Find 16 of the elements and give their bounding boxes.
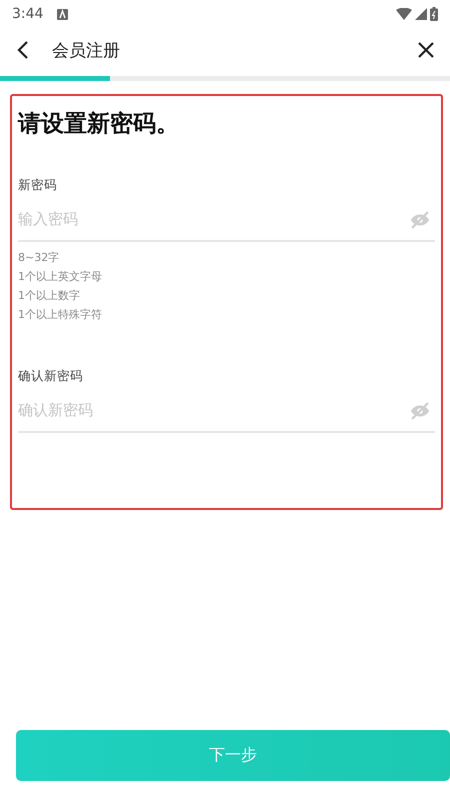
field-label: 新密码: [18, 177, 58, 194]
battery-icon: [430, 7, 438, 21]
form-heading: 请设置新密码。: [18, 110, 180, 139]
wifi-icon: [396, 8, 412, 20]
password-rule: 8~32字: [18, 250, 60, 265]
password-rule: 1个以上英文字母: [18, 269, 103, 284]
status-time: 3:44: [12, 6, 44, 22]
password-field[interactable]: 输入密码: [18, 198, 435, 242]
next-button[interactable]: 下一步: [16, 730, 450, 781]
notification-icon: [57, 8, 68, 20]
signal-icon: [415, 8, 427, 20]
field-label: 确认新密码: [18, 368, 84, 385]
password-field[interactable]: 确认新密码: [18, 389, 435, 433]
page-title: 会员注册: [52, 40, 121, 62]
password-rule: 1个以上数字: [18, 288, 81, 303]
password-rule: 1个以上特殊字符: [18, 307, 103, 322]
